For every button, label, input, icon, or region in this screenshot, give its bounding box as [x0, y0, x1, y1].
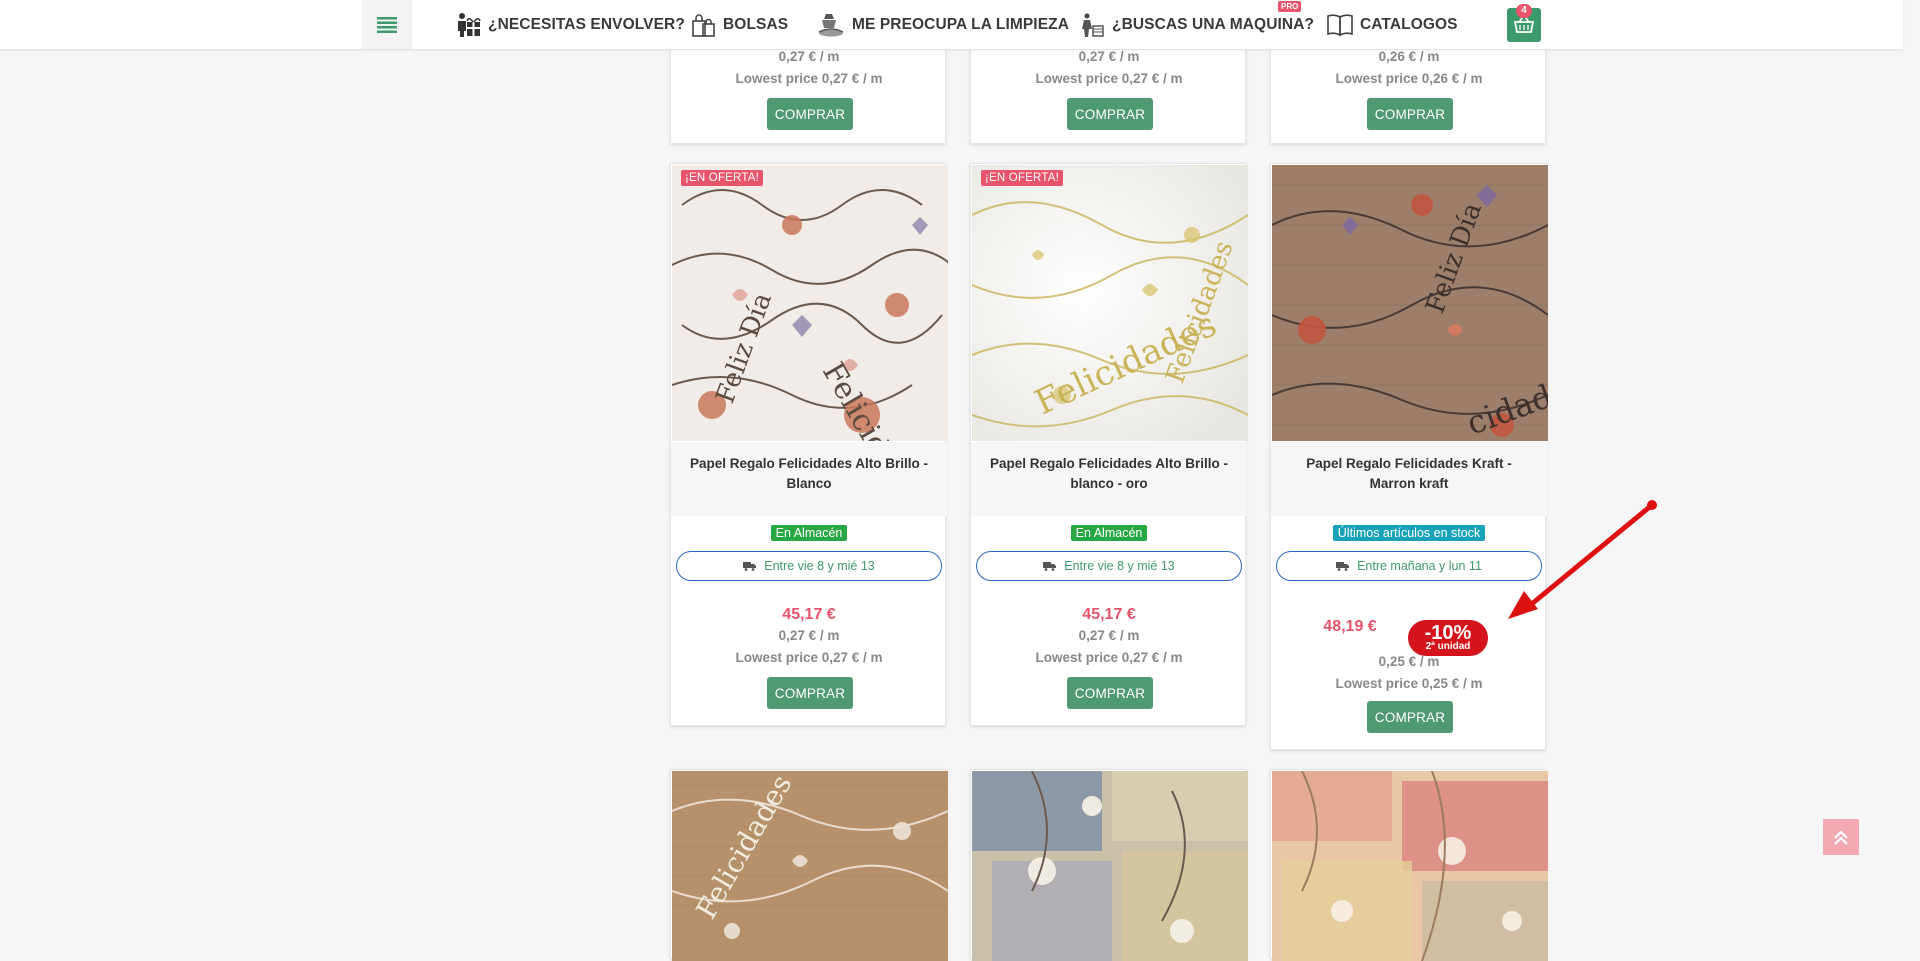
bags-icon [691, 12, 717, 38]
stock-badge: En Almacén [770, 525, 848, 541]
menu-toggle-button[interactable] [362, 0, 412, 49]
product-image[interactable]: cidades Feliz Día [1272, 165, 1548, 441]
product-card: Felicidades Feliz Día ¡EN OFERTA! Papel … [670, 163, 948, 726]
product-image[interactable] [972, 771, 1248, 961]
product-image[interactable]: Felicidades Feliz Día [672, 165, 948, 441]
pro-badge: PRO [1278, 1, 1302, 12]
delivery-estimate: Entre vie 8 y mié 13 [676, 551, 942, 581]
stock-status: En Almacén [971, 524, 1247, 542]
product-card: Felicidades Felicidades ¡EN OFERTA! Pape… [970, 163, 1248, 726]
book-icon [1326, 12, 1354, 38]
discount-badge: -10% 2ª unidad [1408, 620, 1488, 656]
product-price: 48,19 € [1323, 618, 1377, 635]
delivery-estimate: Entre vie 8 y mié 13 [976, 551, 1242, 581]
machine-icon [1078, 12, 1106, 38]
product-image[interactable]: Felicidades Felicidades [972, 165, 1248, 441]
comprar-button[interactable]: COMPRAR [1367, 701, 1453, 733]
hamburger-menu-icon [376, 16, 397, 33]
cleaning-icon [816, 12, 846, 38]
comprar-button[interactable]: COMPRAR [1367, 98, 1453, 130]
product-card [1270, 769, 1548, 961]
discount-condition: 2ª unidad [1425, 641, 1471, 652]
offer-badge: ¡EN OFERTA! [981, 170, 1063, 186]
cart-count-badge: 4 [1516, 4, 1532, 18]
annotation-arrow [1508, 500, 1657, 619]
basket-icon [1513, 16, 1535, 33]
nav-label: ¿BUSCAS UNA MAQUINA? [1112, 15, 1315, 33]
product-title[interactable]: Papel Regalo Felicidades Alto Brillo - b… [971, 442, 1247, 494]
product-image[interactable]: Felicidades [672, 771, 948, 961]
truck-icon [743, 561, 757, 571]
top-navigation-bar: ¿NECESITAS ENVOLVER? BOLSAS ME PREOCUPA … [0, 0, 1903, 50]
truck-icon [1043, 561, 1057, 571]
delivery-text: Entre vie 8 y mié 13 [1064, 559, 1175, 573]
lowest-price: Lowest price 0,27 € / m [1035, 71, 1183, 86]
delivery-text: Entre mañana y lun 11 [1357, 559, 1482, 573]
comprar-button[interactable]: COMPRAR [1067, 98, 1153, 130]
nav-item-envolver[interactable]: ¿NECESITAS ENVOLVER? [454, 0, 685, 49]
product-card: Felicidades [670, 769, 948, 961]
delivery-text: Entre vie 8 y mié 13 [764, 559, 875, 573]
unit-price: 0,25 € / m [1378, 654, 1440, 669]
unit-price: 0,27 € / m [778, 628, 840, 643]
nav-item-limpieza[interactable]: ME PREOCUPA LA LIMPIEZA [816, 0, 1069, 49]
double-chevron-up-icon [1834, 830, 1848, 845]
unit-price: 0,26 € / m [1378, 49, 1440, 64]
stock-badge: En Almacén [1070, 525, 1148, 541]
unit-price: 0,27 € / m [1078, 49, 1140, 64]
back-to-top-button[interactable] [1823, 819, 1859, 855]
nav-item-bolsas[interactable]: BOLSAS [691, 0, 788, 49]
lowest-price: Lowest price 0,25 € / m [1335, 676, 1483, 691]
lowest-price: Lowest price 0,27 € / m [735, 650, 883, 665]
lowest-price: Lowest price 0,26 € / m [1335, 71, 1483, 86]
lowest-price: Lowest price 0,27 € / m [735, 71, 883, 86]
product-card: cidades Feliz Día Papel Regalo Felicidad… [1270, 163, 1548, 750]
product-image[interactable] [1272, 771, 1548, 961]
unit-price: 0,27 € / m [1078, 628, 1140, 643]
comprar-button[interactable]: COMPRAR [1067, 677, 1153, 709]
nav-label: ME PREOCUPA LA LIMPIEZA [852, 15, 1070, 33]
nav-item-catalogos[interactable]: CATALOGOS [1326, 0, 1458, 49]
truck-icon [1336, 561, 1350, 571]
product-price: 45,17 € [782, 606, 836, 623]
product-price: 45,17 € [1082, 606, 1136, 623]
lowest-price: Lowest price 0,27 € / m [1035, 650, 1183, 665]
product-card [970, 769, 1248, 961]
comprar-button[interactable]: COMPRAR [767, 677, 853, 709]
unit-price: 0,27 € / m [778, 49, 840, 64]
offer-badge: ¡EN OFERTA! [681, 170, 763, 186]
comprar-button[interactable]: COMPRAR [767, 98, 853, 130]
nav-label: BOLSAS [723, 15, 789, 33]
product-title-area: Papel Regalo Felicidades Alto Brillo - b… [971, 442, 1247, 516]
nav-label: CATALOGOS [1360, 15, 1458, 33]
product-title[interactable]: Papel Regalo Felicidades Alto Brillo - B… [671, 442, 947, 494]
gift-person-icon [454, 12, 482, 38]
product-title-area: Papel Regalo Felicidades Alto Brillo - B… [671, 442, 947, 516]
nav-label: ¿NECESITAS ENVOLVER? [488, 15, 685, 33]
stock-status: En Almacén [671, 524, 947, 542]
stock-badge: Últimos artículos en stock [1332, 525, 1486, 541]
product-title[interactable]: Papel Regalo Felicidades Kraft - Marron … [1271, 442, 1547, 494]
